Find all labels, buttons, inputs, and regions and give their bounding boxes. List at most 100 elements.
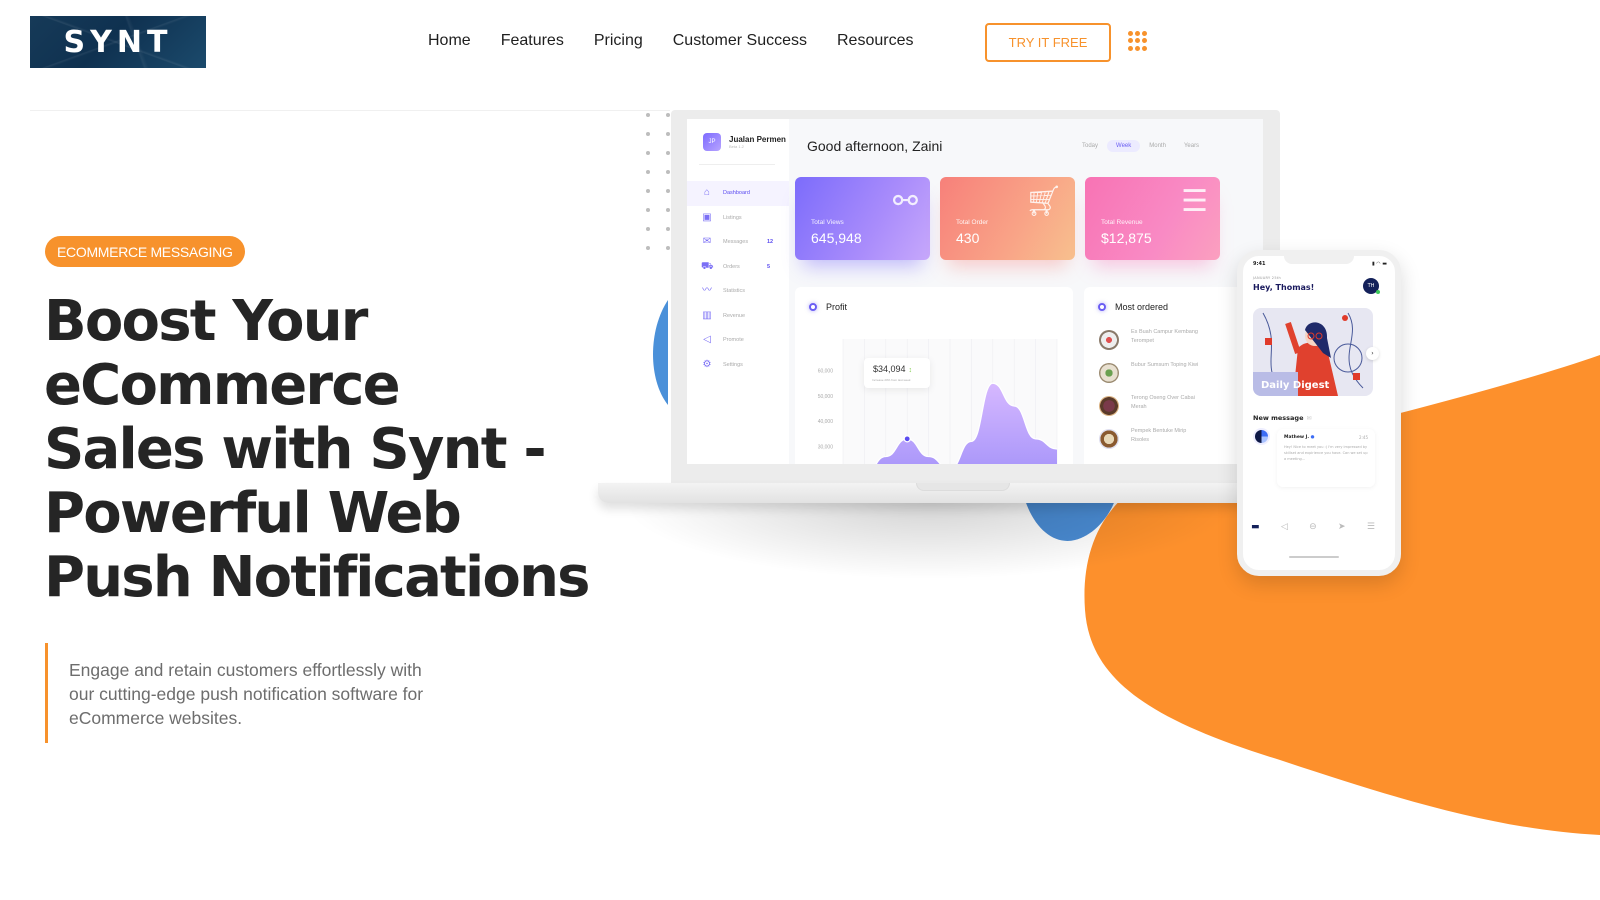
sidebar-item-messages[interactable]: ✉ Messages 12 <box>687 230 789 255</box>
most-ordered-title-text: Most ordered <box>1115 302 1169 312</box>
laptop-notch <box>916 483 1010 491</box>
sidebar-item-settings[interactable]: ⚙ Settings <box>687 353 789 378</box>
phone-date: JANUARY 25th <box>1253 276 1282 280</box>
sidebar-item-statistics[interactable]: 〰 Statistics <box>687 279 789 304</box>
highlight-point[interactable] <box>903 435 911 443</box>
signal-wifi-battery-icon: ▮ ◠ ▬ <box>1371 261 1387 267</box>
blue-blob-left <box>653 300 668 405</box>
food-thumbnail <box>1099 330 1119 350</box>
sidebar-item-orders[interactable]: ⛟ Orders 5 <box>687 255 789 280</box>
sidebar-item-label: Orders <box>723 263 740 270</box>
list-item[interactable]: Es Buah Campur Kembang Terompet <box>1099 328 1199 361</box>
binoculars-icon: ⚯ <box>892 185 918 218</box>
user-name: Jualan Permen <box>729 135 786 144</box>
laptop-shadow <box>620 500 1240 580</box>
sidebar-item-label: Messages <box>723 239 749 246</box>
stat-card-revenue: ☰ Total Revenue $12,875 <box>1085 177 1220 260</box>
try-it-free-button[interactable]: TRY IT FREE <box>985 23 1111 62</box>
megaphone-icon[interactable]: ◁ <box>1281 522 1288 532</box>
new-message-label: New message <box>1253 414 1304 422</box>
dashboard-sidebar: JP Jualan Permen Beta 1.2 ⌂ Dashboard ▣ … <box>687 119 789 464</box>
nav-pricing[interactable]: Pricing <box>594 30 643 52</box>
hero-title-line: Sales with Synt - <box>44 417 547 482</box>
stat-value: 645,948 <box>811 230 862 246</box>
calendar-icon[interactable]: ▬ <box>1251 522 1260 532</box>
daily-digest-card[interactable]: Daily Digest <box>1253 308 1373 396</box>
most-ordered-card: Most ordered Es Buah Campur Kembang Tero… <box>1084 287 1254 464</box>
chat-icon[interactable]: ⊖ <box>1309 522 1317 532</box>
avatar[interactable]: TH <box>1363 278 1380 294</box>
hero-title-line: Boost Your <box>44 289 368 354</box>
list-item[interactable]: Bubur Sumsum Toping Kiwi <box>1099 361 1199 394</box>
y-tick-label: 40,000 <box>818 419 834 425</box>
ring-icon <box>1098 303 1106 311</box>
messages-count: 12 <box>767 239 774 246</box>
list-item[interactable]: Pempek Bentuke Mirip Risoles <box>1099 427 1199 460</box>
ring-icon <box>809 303 817 311</box>
sender-name-text: Mathew J. <box>1284 435 1310 440</box>
stat-card-orders: 🛒︎ Total Order 430 <box>940 177 1075 260</box>
grid-dots-icon[interactable] <box>1128 31 1148 51</box>
sidebar-item-label: Listings <box>723 214 742 221</box>
tab-years[interactable]: Years <box>1175 140 1208 152</box>
sidebar-menu: ⌂ Dashboard ▣ Listings ✉ Messages 12 ⛟ O… <box>687 181 789 377</box>
y-tick-label: 30,000 <box>818 444 834 450</box>
tooltip-amount: $34,094 <box>873 364 906 374</box>
phone-notch <box>1284 256 1354 264</box>
tab-week[interactable]: Week <box>1107 140 1141 152</box>
home-icon: ⌂ <box>703 187 711 199</box>
most-ordered-list: Es Buah Campur Kembang Terompet Bubur Su… <box>1099 328 1199 460</box>
greeting: Good afternoon, Zaini <box>807 138 943 154</box>
profit-tooltip: $34,094 ↕ Increase 20% from last week <box>864 358 930 388</box>
dashboard-screen: JP Jualan Permen Beta 1.2 ⌂ Dashboard ▣ … <box>687 119 1263 464</box>
sidebar-item-listings[interactable]: ▣ Listings <box>687 206 789 231</box>
food-thumbnail <box>1099 363 1119 383</box>
sidebar-divider <box>699 164 775 165</box>
period-tabs: Today Week Month Years <box>1073 140 1208 152</box>
stat-label: Total Revenue <box>1101 219 1143 226</box>
hero-title-line: Push Notifications <box>44 545 591 610</box>
sidebar-item-dashboard[interactable]: ⌂ Dashboard <box>687 181 789 206</box>
item-name: Terong Oseng Over Cabai Merah <box>1131 395 1195 410</box>
stat-value: $12,875 <box>1101 230 1152 246</box>
item-name: Bubur Sumsum Toping Kiwi <box>1131 362 1199 368</box>
food-thumbnail <box>1099 429 1119 449</box>
stat-value: 430 <box>956 230 980 246</box>
stat-label: Total Order <box>956 219 989 226</box>
gear-icon: ⚙ <box>702 358 712 370</box>
tab-today[interactable]: Today <box>1073 140 1107 152</box>
tooltip-value: $34,094 ↕ <box>873 364 912 374</box>
list-item[interactable]: Terong Oseng Over Cabai Merah <box>1099 394 1199 427</box>
message-card[interactable]: Mathew J. ● 2:45 Hey! Nice to meet you :… <box>1277 429 1375 487</box>
sidebar-item-revenue[interactable]: ▥ Revenue <box>687 304 789 329</box>
logo-text: SYNT <box>63 24 173 60</box>
nav-home[interactable]: Home <box>428 30 471 52</box>
synt-logo[interactable]: SYNT <box>30 16 206 68</box>
sidebar-item-promote[interactable]: ◁ Promote <box>687 328 789 353</box>
sidebar-item-label: Promote <box>723 337 744 344</box>
nav-features[interactable]: Features <box>501 30 564 52</box>
menu-icon[interactable]: ☰ <box>1367 522 1375 532</box>
cart-icon: 🛒︎ <box>1024 185 1063 218</box>
item-name: Es Buah Campur Kembang Terompet <box>1131 329 1198 344</box>
most-ordered-title: Most ordered <box>1098 302 1168 312</box>
send-icon[interactable]: ➤ <box>1338 522 1346 532</box>
category-badge: ECOMMERCE MESSAGING <box>45 236 245 267</box>
envelope-icon: ✉ <box>1306 415 1312 422</box>
up-arrow-icon: ↕ <box>908 367 913 374</box>
user-version: Beta 1.2 <box>729 144 744 149</box>
sidebar-user: JP Jualan Permen Beta 1.2 <box>703 133 786 151</box>
phone-tab-bar: ▬ ◁ ⊖ ➤ ☰ <box>1251 522 1375 532</box>
stat-card-views: ⚯ Total Views 645,948 <box>795 177 930 260</box>
listing-icon: ▣ <box>702 211 712 223</box>
tooltip-subtext: Increase 20% from last week <box>872 378 911 382</box>
new-message-heading: New message ✉ <box>1253 414 1312 422</box>
phone-greeting: Hey, Thomas! <box>1253 283 1315 292</box>
main-nav: Home Features Pricing Customer Success R… <box>428 30 943 52</box>
hero-title: Boost Your eCommerce Sales with Synt - P… <box>44 290 604 610</box>
nav-customer-success[interactable]: Customer Success <box>673 30 807 52</box>
tab-month[interactable]: Month <box>1140 140 1175 152</box>
mail-icon: ✉ <box>702 236 712 248</box>
chevron-right-icon[interactable]: › <box>1366 347 1379 360</box>
nav-resources[interactable]: Resources <box>837 30 913 52</box>
